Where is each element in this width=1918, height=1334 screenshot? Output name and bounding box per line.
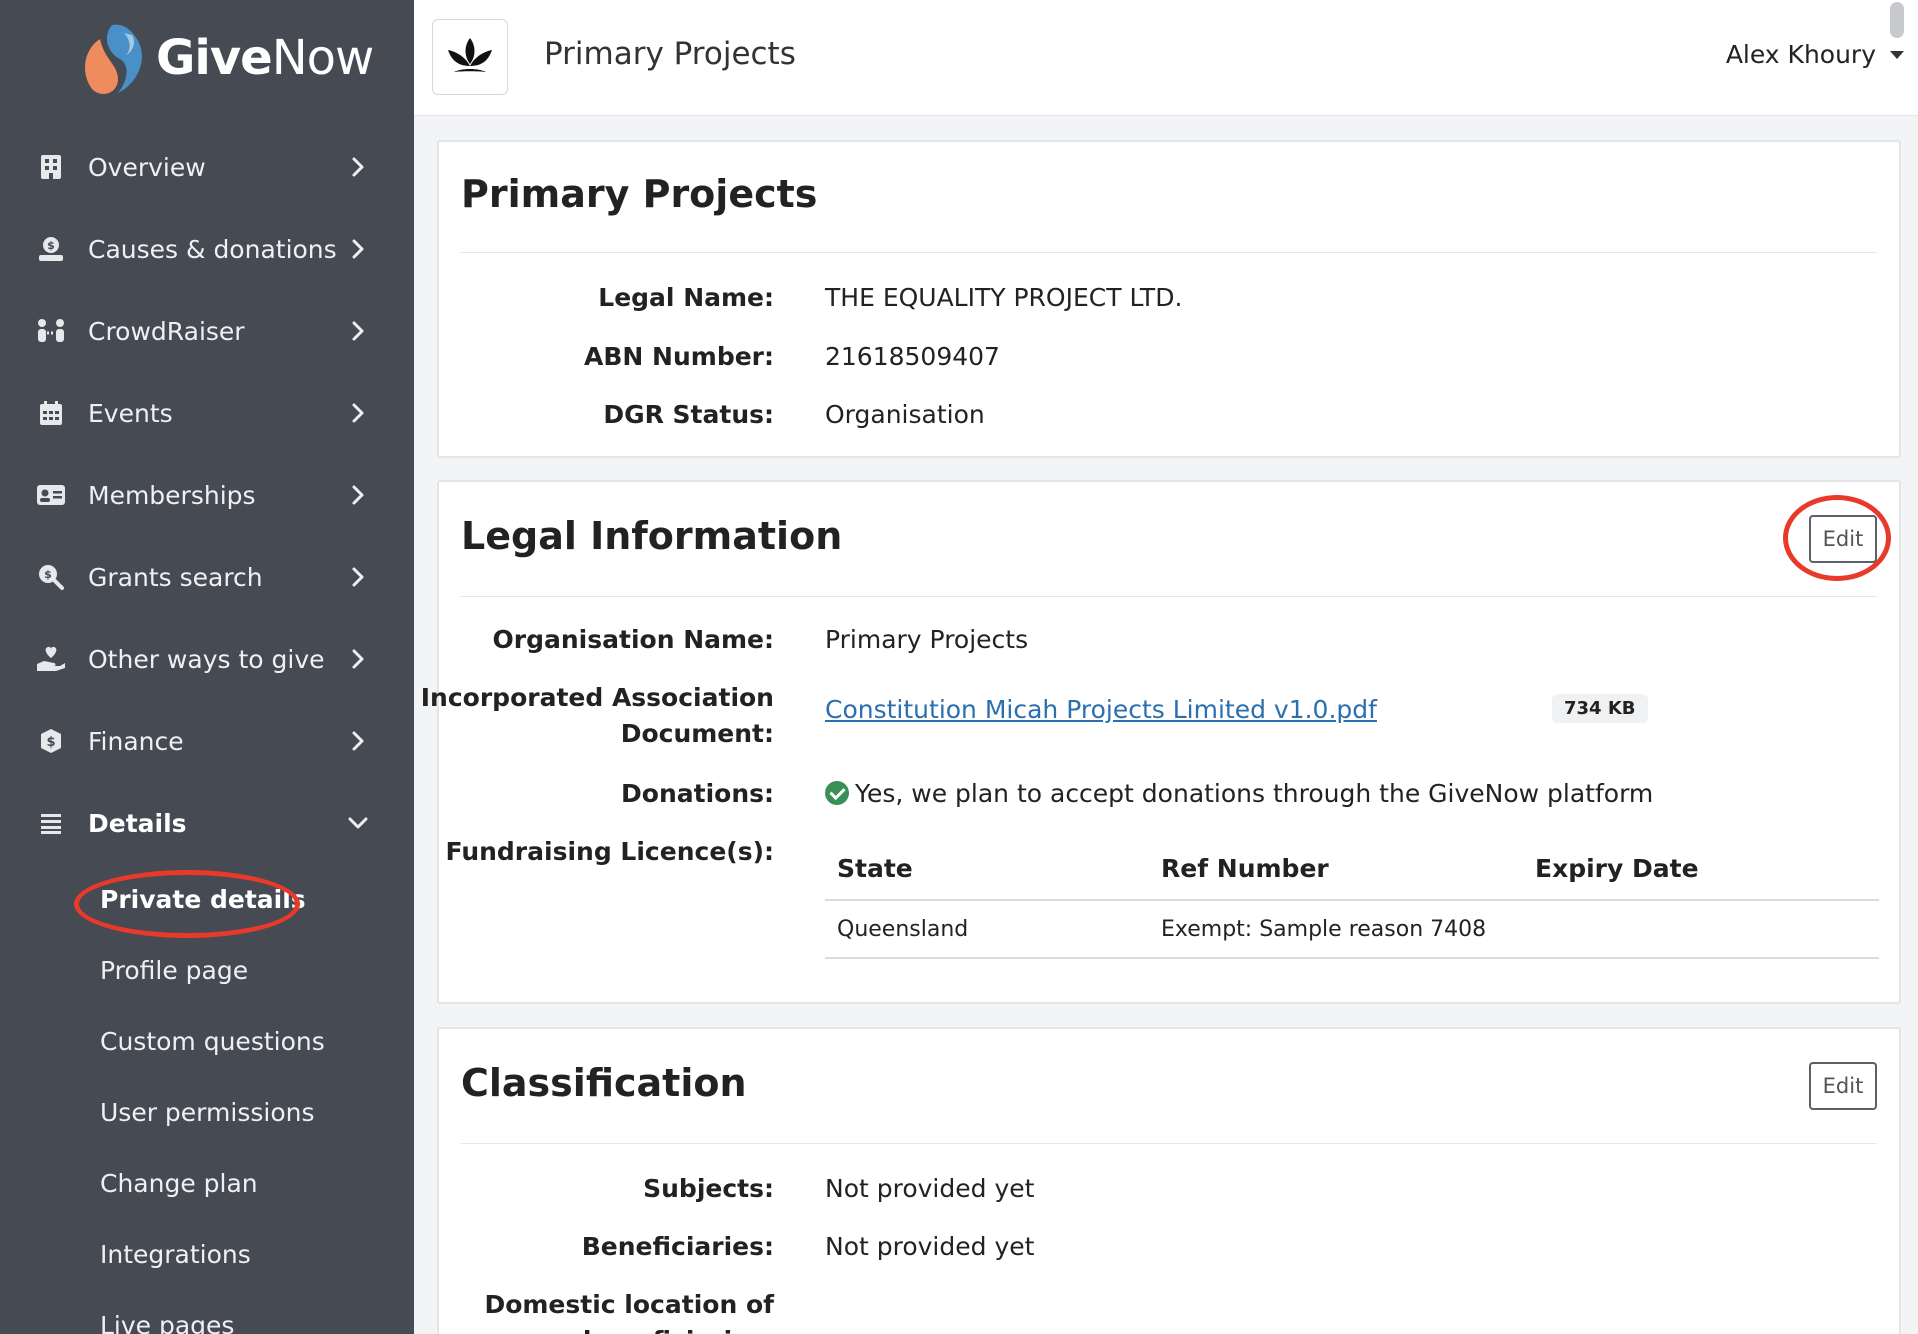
check-circle-icon (825, 781, 849, 805)
sidebar-item-details[interactable]: Details (0, 782, 414, 864)
highlight-circle (74, 870, 300, 938)
sidebar-subitem-label: User permissions (100, 1098, 315, 1127)
chevron-right-icon (352, 239, 364, 259)
edit-classification-button[interactable]: Edit (1809, 1062, 1877, 1110)
field-value: THE EQUALITY PROJECT LTD. (825, 283, 1183, 312)
table-row: Queensland Exempt: Sample reason 7408 (825, 900, 1879, 959)
sidebar-subitem-label: Profile page (100, 956, 249, 985)
divider (461, 1143, 1877, 1144)
caret-down-icon (1890, 50, 1904, 59)
card-title: Classification (461, 1061, 747, 1105)
table-cell: Exempt: Sample reason 7408 (1149, 900, 1523, 959)
table-cell: Queensland (825, 900, 1149, 959)
divider (461, 252, 1877, 253)
chevron-down-icon (348, 817, 368, 829)
field-key: ABN Number: (584, 342, 774, 371)
id-card-icon (36, 480, 66, 510)
org-logo[interactable] (432, 19, 508, 95)
sidebar: GiveNow Overview $ Causes & donations Cr… (0, 0, 414, 1334)
sidebar-subitem-label: Custom questions (100, 1027, 325, 1056)
sidebar-item-causes[interactable]: $ Causes & donations (0, 208, 414, 290)
column-header: State (825, 838, 1149, 901)
scrollbar[interactable] (1890, 2, 1904, 38)
field-value: 21618509407 (825, 342, 1000, 371)
svg-text:$: $ (47, 239, 55, 252)
sidebar-subitem-custom-questions[interactable]: Custom questions (100, 1006, 414, 1077)
givenow-logo-mark-icon (85, 24, 142, 94)
highlight-circle (1783, 495, 1891, 581)
column-header: Ref Number (1149, 838, 1523, 901)
search-dollar-icon: $ (36, 562, 66, 592)
svg-text:$: $ (46, 735, 55, 750)
field-key: Donations: (621, 779, 774, 808)
logo-give: Give (156, 30, 273, 86)
sidebar-nav: Overview $ Causes & donations CrowdRaise… (0, 126, 414, 1334)
primary-projects-card: Primary Projects Legal Name: THE EQUALIT… (437, 140, 1901, 458)
field-key: Fundraising Licence(s): (445, 837, 774, 866)
sidebar-item-overview[interactable]: Overview (0, 126, 414, 208)
sidebar-item-memberships[interactable]: Memberships (0, 454, 414, 536)
sidebar-item-other-ways[interactable]: Other ways to give (0, 618, 414, 700)
field-key-line: Domestic location of (484, 1290, 774, 1319)
divider (461, 596, 1877, 597)
givenow-logo[interactable]: GiveNow (78, 18, 375, 98)
coin-icon: $ (36, 726, 66, 756)
lotus-icon (448, 38, 492, 72)
field-key: Domestic location of beneficiaries: (354, 1287, 774, 1334)
sidebar-subitem-label: Change plan (100, 1169, 258, 1198)
details-submenu: Private details Profile page Custom ques… (0, 864, 414, 1334)
field-key-line: Incorporated Association (420, 683, 774, 712)
field-value: Yes, we plan to accept donations through… (825, 776, 1653, 812)
sidebar-item-events[interactable]: Events (0, 372, 414, 454)
table-header-row: State Ref Number Expiry Date (825, 838, 1879, 901)
field-key: DGR Status: (603, 400, 774, 429)
document-link[interactable]: Constitution Micah Projects Limited v1.0… (825, 695, 1377, 724)
field-key: Legal Name: (598, 283, 774, 312)
header-org-name: Primary Projects (544, 36, 796, 72)
sidebar-item-finance[interactable]: $ Finance (0, 700, 414, 782)
sidebar-subitem-user-permissions[interactable]: User permissions (100, 1077, 414, 1148)
field-key-line: Document: (620, 719, 774, 748)
field-value: Primary Projects (825, 625, 1029, 654)
field-key-line: beneficiaries: (354, 1323, 774, 1334)
field-key: Organisation Name: (492, 625, 774, 654)
table-cell (1523, 900, 1879, 959)
calendar-icon (36, 398, 66, 428)
field-key: Incorporated Association Document: (354, 680, 774, 752)
user-name: Alex Khoury (1725, 40, 1876, 69)
sidebar-subitem-private-details[interactable]: Private details (74, 864, 414, 938)
licence-table: State Ref Number Expiry Date Queensland … (825, 838, 1879, 959)
chevron-right-icon (352, 567, 364, 587)
sidebar-subitem-label: Integrations (100, 1240, 251, 1269)
crowd-icon (36, 316, 66, 346)
classification-card: Classification Edit Subjects: Not provid… (437, 1027, 1901, 1334)
chevron-right-icon (352, 157, 364, 177)
column-header: Expiry Date (1523, 838, 1879, 901)
legal-information-card: Legal Information Edit Organisation Name… (421, 480, 1901, 1004)
sidebar-subitem-profile-page[interactable]: Profile page (100, 935, 414, 1006)
field-value: Constitution Micah Projects Limited v1.0… (825, 692, 1377, 728)
chevron-right-icon (352, 485, 364, 505)
hand-heart-icon (36, 644, 66, 674)
file-size-badge: 734 KB (1552, 694, 1648, 723)
sidebar-item-crowdraiser[interactable]: CrowdRaiser (0, 290, 414, 372)
user-menu[interactable]: Alex Khoury (1726, 40, 1904, 69)
logo-wordmark: GiveNow (156, 30, 375, 86)
field-value: Organisation (825, 400, 985, 429)
card-title: Legal Information (461, 514, 843, 558)
field-key: Beneficiaries: (581, 1232, 774, 1261)
sidebar-item-grants[interactable]: $ Grants search (0, 536, 414, 618)
donation-icon: $ (36, 234, 66, 264)
donations-text: Yes, we plan to accept donations through… (855, 779, 1654, 808)
field-key: Subjects: (643, 1174, 774, 1203)
card-title: Primary Projects (461, 172, 818, 216)
field-value: Not provided yet (825, 1232, 1035, 1261)
logo-now: Now (271, 30, 375, 86)
list-icon (36, 808, 66, 838)
svg-text:$: $ (44, 568, 52, 581)
sidebar-subitem-label: Live pages (100, 1311, 235, 1334)
top-bar: Primary Projects Alex Khoury (414, 0, 1918, 116)
field-value: Not provided yet (825, 1174, 1035, 1203)
building-icon (36, 152, 66, 182)
